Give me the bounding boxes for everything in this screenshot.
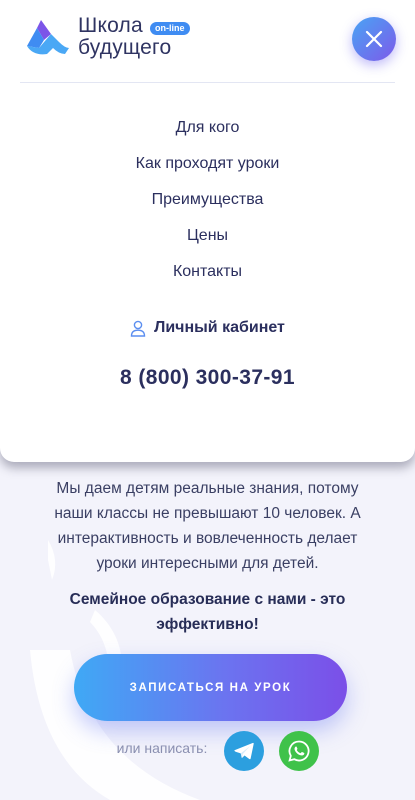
online-badge: on-line	[150, 22, 190, 35]
whatsapp-button[interactable]	[279, 731, 320, 771]
nav-item-prices[interactable]: Цены	[0, 218, 415, 254]
hero-section: Мы даем детям реальные знания, потому на…	[0, 476, 415, 637]
telegram-icon	[234, 742, 255, 760]
header-divider	[20, 82, 395, 83]
user-icon	[130, 320, 146, 337]
nav-list: Для кого Как проходят уроки Преимущества…	[0, 110, 415, 290]
account-link[interactable]: Личный кабинет	[0, 316, 415, 340]
close-menu-button[interactable]	[352, 17, 396, 61]
book-lesson-button[interactable]: ЗАПИСАТЬСЯ НА УРОК	[74, 654, 347, 721]
nav-item-advantages[interactable]: Преимущества	[0, 182, 415, 218]
close-icon	[365, 30, 383, 48]
write-label: или написать:	[116, 740, 208, 756]
hero-tagline: Семейное образование с нами - это эффект…	[69, 591, 346, 633]
hero-description: Мы даем детям реальные знания, потому на…	[54, 480, 361, 572]
header: Школа будущего on-line	[0, 0, 415, 82]
whatsapp-icon	[288, 740, 310, 762]
nav-item-how-lessons[interactable]: Как проходят уроки	[0, 146, 415, 182]
telegram-button[interactable]	[224, 731, 265, 771]
nav-item-for-whom[interactable]: Для кого	[0, 110, 415, 146]
contact-row: или написать:	[0, 731, 415, 771]
school-logo-icon[interactable]	[25, 18, 73, 58]
phone-link[interactable]: 8 (800) 300-37-91	[0, 366, 415, 390]
nav-item-contacts[interactable]: Контакты	[0, 254, 415, 290]
navigation-menu: Школа будущего on-line Для кого Как прох…	[0, 0, 415, 462]
account-label: Личный кабинет	[154, 319, 285, 336]
logo-line-2: будущего	[78, 36, 172, 59]
